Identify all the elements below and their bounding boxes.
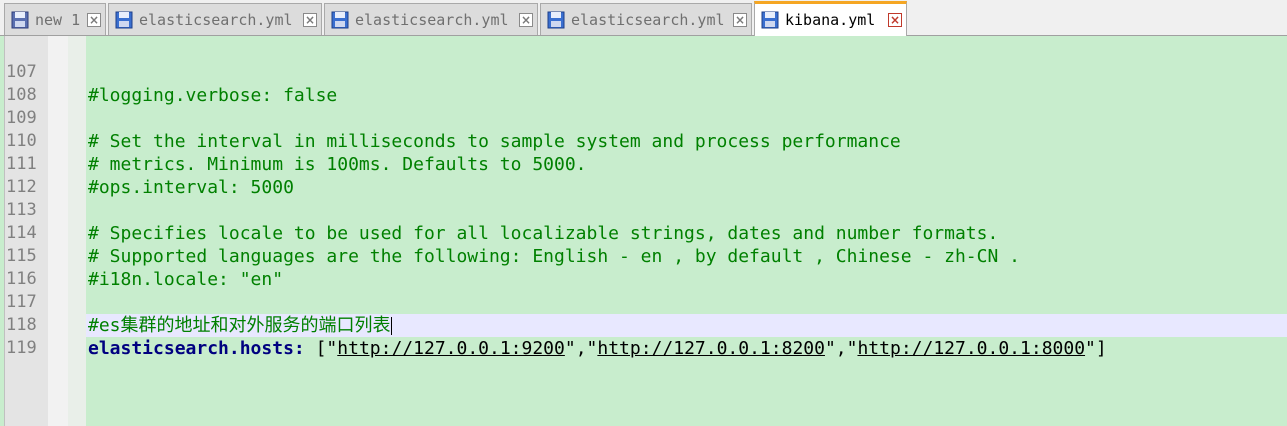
tab-label: new 1	[35, 10, 81, 29]
code-line[interactable]: 110 # metrics. Minimum is 100ms. Default…	[0, 107, 1287, 175]
line-number: 119	[6, 338, 37, 358]
close-icon[interactable]: ×	[733, 12, 747, 27]
code-line[interactable]: 116	[0, 245, 1287, 289]
close-icon[interactable]: ×	[303, 12, 317, 27]
tab-label: elasticsearch.yml	[355, 10, 509, 29]
code-line[interactable]: 115 #i18n.locale: "en"	[0, 222, 1287, 290]
close-icon[interactable]: ×	[87, 12, 101, 27]
tab-kibana-yml[interactable]: kibana.yml ×	[754, 1, 907, 36]
tab-label: elasticsearch.yml	[571, 10, 725, 29]
tab-elasticsearch-yml-2[interactable]: elasticsearch.yml ×	[324, 3, 538, 35]
floppy-disk-icon	[115, 11, 133, 29]
code-line[interactable]: 109 # Set the interval in milliseconds t…	[0, 84, 1287, 152]
code-line[interactable]: 111 #ops.interval: 5000	[0, 130, 1287, 198]
yaml-colon: :	[293, 338, 316, 359]
code-editor[interactable]: 107 #logging.verbose: false 108 109 # Se…	[0, 36, 1287, 426]
tab-label: elasticsearch.yml	[139, 10, 293, 29]
separator: ","	[564, 338, 598, 359]
code-line[interactable]: 118 elasticsearch.hosts: ["http://127.0.…	[0, 291, 1287, 359]
code-line[interactable]: 114 # Supported languages are the follow…	[0, 199, 1287, 267]
floppy-disk-icon	[331, 11, 349, 29]
tab-elasticsearch-yml-1[interactable]: elasticsearch.yml ×	[108, 3, 322, 35]
tab-label: kibana.yml	[785, 11, 876, 29]
url-link[interactable]: http://127.0.0.1:8200	[597, 338, 825, 359]
tab-bar: new 1 × elasticsearch.yml × elasticsearc…	[0, 0, 1287, 36]
floppy-disk-icon	[547, 11, 565, 29]
code-line[interactable]: 107 #logging.verbose: false	[0, 38, 1287, 106]
floppy-disk-icon	[761, 11, 779, 29]
bracket-open: ["	[315, 338, 338, 359]
tab-new-1[interactable]: new 1 ×	[4, 3, 106, 35]
line-text: elasticsearch.hosts: ["http://127.0.0.1:…	[86, 337, 1287, 360]
separator: ","	[824, 338, 858, 359]
tab-elasticsearch-yml-3[interactable]: elasticsearch.yml ×	[540, 3, 752, 35]
close-icon[interactable]: ×	[519, 12, 533, 27]
code-line[interactable]: 113 # Specifies locale to be used for al…	[0, 176, 1287, 244]
code-line[interactable]: 108	[0, 61, 1287, 105]
yaml-key: elasticsearch.hosts	[88, 338, 294, 359]
bracket-close: "]	[1085, 338, 1107, 359]
editor-lines: 107 #logging.verbose: false 108 109 # Se…	[0, 38, 1287, 359]
code-line-current[interactable]: 117 #es集群的地址和对外服务的端口列表	[0, 268, 1287, 337]
url-link[interactable]: http://127.0.0.1:8000	[857, 338, 1085, 359]
close-icon[interactable]: ×	[888, 13, 902, 27]
code-line[interactable]: 112	[0, 153, 1287, 197]
url-link[interactable]: http://127.0.0.1:9200	[337, 338, 565, 359]
floppy-disk-icon	[11, 11, 29, 29]
code-line[interactable]: 119	[0, 314, 1287, 358]
